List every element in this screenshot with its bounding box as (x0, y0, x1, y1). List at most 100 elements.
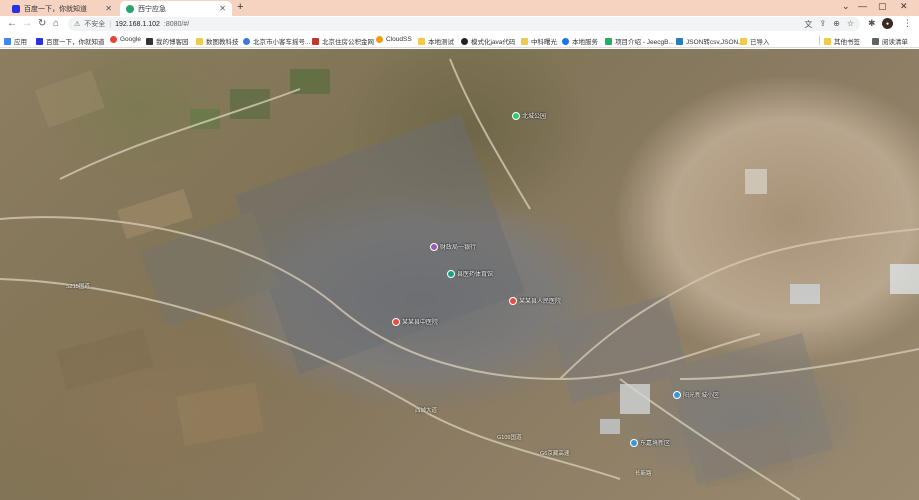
address-bar-actions: 文 ⇪ ⊕ ☆ (804, 19, 854, 30)
map-pin-icon (509, 296, 517, 305)
minimize-button[interactable]: — (858, 1, 867, 11)
bookmark-folder[interactable]: 中科曙光 (521, 36, 557, 46)
back-arrow-icon[interactable]: ← (7, 18, 17, 29)
poi-sunshine-community[interactable]: 阳光新城小区 (673, 390, 719, 399)
warning-icon[interactable]: ⚠ (74, 20, 80, 28)
github-icon (461, 37, 468, 45)
bookmark-housing-fund[interactable]: 北京住房公积金网 (312, 36, 374, 46)
road-label: G109国道 (497, 435, 522, 441)
bookmark-json-csv[interactable]: JSON转csv,JSON... (676, 36, 744, 46)
tab-search-button[interactable]: ⌄ (842, 1, 850, 12)
browser-toolbar: ← → ↻ ⌂ ⚠ 不安全 | 192.168.1.102:8080/#/ 文 … (0, 16, 919, 33)
forward-arrow-icon[interactable]: → (22, 18, 32, 29)
security-label[interactable]: 不安全 (84, 19, 105, 29)
bookmark-label: CloudSS (386, 36, 412, 43)
translate-icon[interactable]: 文 (804, 19, 812, 30)
bookmark-other[interactable]: 其他书签 (824, 36, 860, 46)
close-window-button[interactable]: ✕ (900, 1, 908, 12)
bookmark-label: 百度一下，你就知道 (46, 39, 105, 46)
tab-strip: 百度一下，你就知道 ✕ 西宁应急 ✕ + ⌄ — ▢ ✕ (0, 0, 919, 16)
bookmark-label: 阅读清单 (882, 39, 908, 46)
zoom-icon[interactable]: ⊕ (833, 19, 840, 30)
json-icon (676, 37, 683, 45)
bookmark-label: 本地测试 (428, 39, 454, 46)
bookmark-label: 模式化java代码 (471, 39, 516, 46)
share-icon[interactable]: ⇪ (819, 19, 826, 30)
address-bar[interactable]: ⚠ 不安全 | 192.168.1.102:8080/#/ 文 ⇪ ⊕ ☆ (68, 17, 860, 31)
bookmark-reading-list[interactable]: 阅读清单 (872, 36, 908, 46)
poi-north-park[interactable]: 北城公园 (512, 111, 546, 120)
poi-tcm-hospital[interactable]: 某某县中医院 (392, 317, 438, 326)
blog-icon (146, 37, 153, 45)
bookmark-jeecg[interactable]: 项目介绍 - JeecgB... (605, 36, 674, 46)
bookmark-label: 中科曙光 (531, 39, 557, 46)
poi-dongjia-district[interactable]: 东嘉境新区 (630, 438, 670, 447)
url-host[interactable]: 192.168.1.102 (115, 21, 160, 28)
bookmark-label: 北京住房公积金网 (322, 39, 374, 46)
bookmark-folder[interactable]: 已导入 (740, 36, 770, 46)
bookmark-apps[interactable]: 应用 (4, 36, 27, 46)
close-icon[interactable]: ✕ (219, 4, 226, 13)
bookmark-baidu[interactable]: 百度一下，你就知道 (36, 36, 105, 46)
home-icon[interactable]: ⌂ (53, 18, 59, 29)
poi-peoples-hospital[interactable]: 某某县人民医院 (509, 296, 561, 305)
folder-icon (740, 37, 747, 45)
site-leaf-icon (126, 4, 134, 13)
bookmark-label: 本地服务 (572, 39, 598, 46)
profile-avatar[interactable]: ● (882, 18, 893, 29)
bookmark-label: JSON转csv,JSON... (686, 39, 744, 46)
maximize-button[interactable]: ▢ (878, 1, 887, 12)
folder-icon (824, 37, 831, 45)
url-path[interactable]: :8080/#/ (164, 21, 189, 28)
bookmark-blog[interactable]: 我的博客园 (146, 36, 189, 46)
tab-label: 百度一下，你就知道 (24, 5, 87, 13)
bookmark-star-icon[interactable]: ☆ (847, 19, 854, 30)
poi-gymnasium[interactable]: 县医药体育馆 (447, 269, 493, 278)
tab-label: 西宁应急 (138, 5, 166, 13)
satellite-map[interactable]: 北城公园 财政局一银行 县医药体育馆 某某县人民医院 某某县中医院 阳光新城小区… (0, 49, 919, 500)
bookmark-label: Google (120, 36, 141, 43)
tab-baidu[interactable]: 百度一下，你就知道 ✕ (6, 1, 118, 16)
bookmark-local-service[interactable]: 本地服务 (562, 36, 598, 46)
folder-icon (418, 37, 425, 45)
bookmark-google[interactable]: Google (110, 36, 141, 43)
new-tab-button[interactable]: + (237, 1, 243, 13)
baidu-paw-icon (12, 4, 20, 13)
bookmark-label: 已导入 (750, 39, 770, 46)
tab-xining-emergency[interactable]: 西宁应急 ✕ (120, 1, 232, 16)
extensions-puzzle-icon[interactable]: ✱ (868, 18, 876, 29)
bookmark-java-code[interactable]: 模式化java代码 (461, 36, 515, 46)
apps-grid-icon (4, 37, 11, 45)
map-pin-icon (430, 242, 438, 251)
bookmarks-bar: 应用 百度一下，你就知道 Google 我的博客园 数图教科技 北京市小客车摇号… (0, 33, 919, 48)
poi-finance-bank[interactable]: 财政局一银行 (430, 242, 476, 251)
reading-list-icon (872, 37, 879, 45)
bookmark-label: 我的博客园 (156, 39, 189, 46)
poi-label: 财政局一银行 (440, 245, 477, 251)
lottery-icon (243, 37, 250, 45)
poi-label: 北城公园 (522, 114, 547, 120)
close-icon[interactable]: ✕ (105, 4, 112, 13)
bookmark-label: 其他书签 (834, 39, 860, 46)
bookmark-label: 北京市小客车摇号... (253, 39, 311, 46)
map-pin-icon (512, 111, 520, 120)
reload-icon[interactable]: ↻ (38, 18, 46, 29)
map-pin-icon (673, 390, 681, 399)
menu-kebab-icon[interactable]: ⋮ (903, 18, 912, 29)
jeecg-icon (605, 37, 612, 45)
map-pin-icon (630, 438, 638, 447)
bookmark-folder[interactable]: 本地测试 (418, 36, 454, 46)
road-label: S215国道 (66, 284, 90, 290)
poi-label: 某某县人民医院 (519, 299, 562, 305)
bookmark-label: 项目介绍 - JeecgB... (615, 39, 674, 46)
bookmark-lottery[interactable]: 北京市小客车摇号... (243, 36, 310, 46)
road-label: 西城大道 (415, 408, 438, 414)
browser-window: 百度一下，你就知道 ✕ 西宁应急 ✕ + ⌄ — ▢ ✕ ← → ↻ ⌂ ⚠ 不… (0, 0, 919, 500)
bookmark-folder[interactable]: 数图教科技 (196, 36, 239, 46)
poi-label: 东嘉境新区 (640, 441, 671, 447)
baidu-paw-icon (36, 37, 43, 45)
cloud-icon (562, 37, 569, 45)
folder-icon (521, 37, 528, 45)
map-pin-icon (392, 317, 400, 326)
bookmark-cloudss[interactable]: CloudSS (376, 36, 412, 43)
